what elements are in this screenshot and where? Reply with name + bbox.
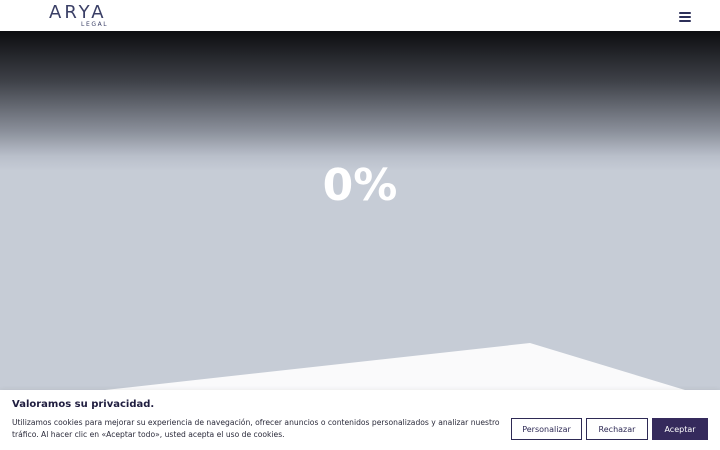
logo-subtext: LEGAL [81, 21, 109, 28]
hero-section: 0% [0, 31, 720, 450]
hero-wave-shape [0, 343, 720, 450]
cookie-banner-title: Valoramos su privacidad. [12, 399, 155, 410]
hamburger-menu-icon[interactable] [679, 12, 691, 22]
cookie-banner-text: Utilizamos cookies para mejorar su exper… [12, 418, 500, 439]
cookie-consent-banner: Valoramos su privacidad. Utilizamos cook… [0, 390, 720, 450]
customize-button[interactable]: Personalizar [511, 418, 582, 440]
logo-wordmark: ARYA [49, 2, 107, 23]
accept-button[interactable]: Aceptar [652, 418, 708, 440]
arya-legal-logo[interactable]: ARYA LEGAL [49, 2, 113, 29]
reject-button[interactable]: Rechazar [586, 418, 648, 440]
site-header: ARYA LEGAL [0, 0, 720, 31]
